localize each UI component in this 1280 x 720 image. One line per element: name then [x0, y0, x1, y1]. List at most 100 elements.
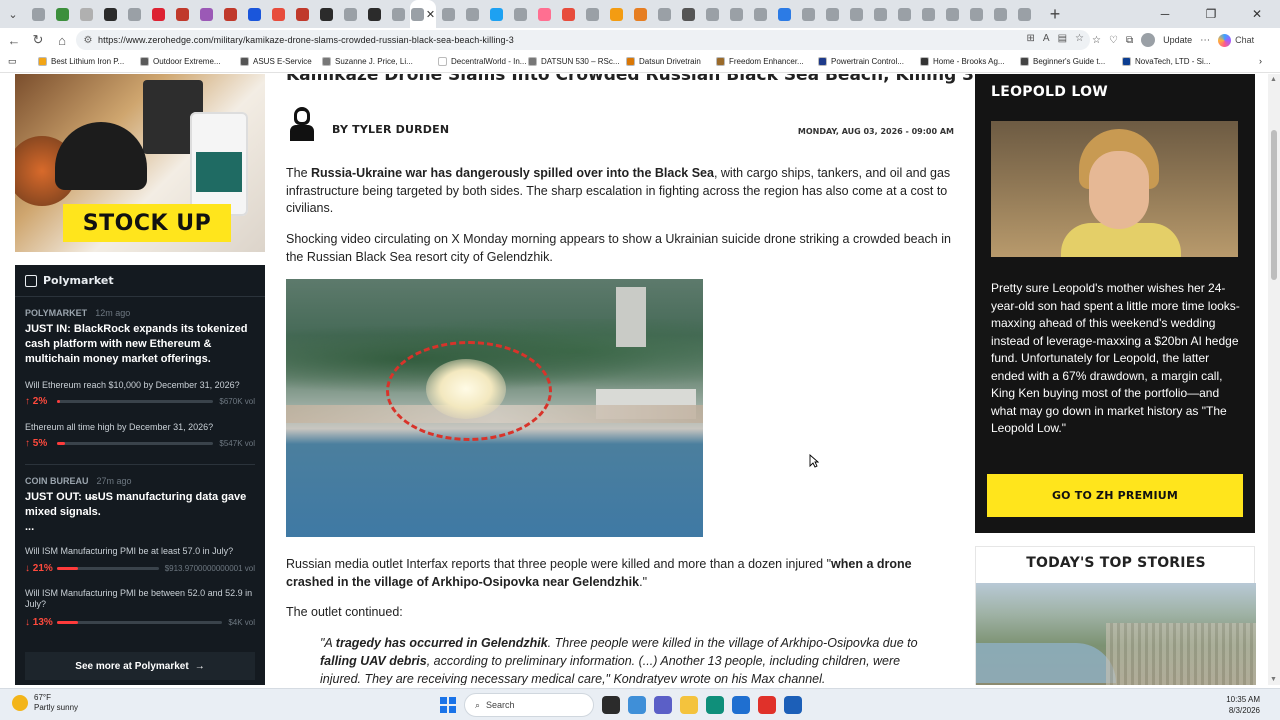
favorites-icon[interactable]: ☆: [1092, 35, 1101, 46]
bookmark-item[interactable]: Beginner's Guide t...: [1020, 57, 1105, 66]
scroll-down-icon[interactable]: ▼: [1270, 676, 1277, 683]
browser-tab[interactable]: [218, 0, 242, 28]
browser-tab[interactable]: [436, 0, 460, 28]
browser-tab-active[interactable]: ✕: [410, 0, 436, 28]
bookmark-item[interactable]: Home - Brooks Ag...: [920, 57, 1005, 66]
copilot-chat-button[interactable]: Chat: [1218, 33, 1254, 47]
poly-market-question[interactable]: Ethereum all time high by December 31, 2…: [25, 422, 255, 432]
youtube-icon[interactable]: [758, 696, 776, 714]
browser-tab[interactable]: [820, 0, 844, 28]
outlook-icon[interactable]: [784, 696, 802, 714]
browser-tab[interactable]: [964, 0, 988, 28]
url-field[interactable]: ⚙ https://www.zerohedge.com/military/kam…: [76, 30, 1090, 50]
bookmark-item[interactable]: Suzanne J. Price, Li...: [322, 57, 413, 66]
system-clock[interactable]: 10:35 AM 8/3/2026: [1226, 694, 1260, 716]
page-scrollbar[interactable]: ▲ ▼: [1268, 74, 1280, 685]
browser-tab[interactable]: [676, 0, 700, 28]
bookmarks-more-icon[interactable]: ›: [1259, 56, 1262, 66]
close-tab-icon[interactable]: ✕: [426, 8, 435, 21]
start-button[interactable]: [440, 697, 456, 713]
favorite-star-icon[interactable]: ☆: [1075, 33, 1084, 44]
more-menu-icon[interactable]: ⋯: [1200, 35, 1210, 46]
author-avatar[interactable]: [286, 105, 318, 141]
bookmark-item[interactable]: Freedom Enhancer...: [716, 57, 804, 66]
see-more-polymarket-button[interactable]: See more at Polymarket →: [25, 652, 255, 680]
back-icon[interactable]: ←: [2, 28, 26, 52]
site-info-icon[interactable]: ⚙: [78, 35, 98, 46]
browser-tab[interactable]: [532, 0, 556, 28]
bookmark-item[interactable]: DecentralWorld - In...: [438, 57, 526, 66]
task-view-icon[interactable]: [602, 696, 620, 714]
browser-tab[interactable]: [290, 0, 314, 28]
browser-tab[interactable]: [580, 0, 604, 28]
edge-icon[interactable]: [706, 696, 724, 714]
promo-photo[interactable]: [991, 121, 1238, 257]
close-window-icon[interactable]: ✕: [1234, 0, 1280, 28]
browser-tab[interactable]: [122, 0, 146, 28]
poly-market-question[interactable]: Will ISM Manufacturing PMI be at least 5…: [25, 546, 255, 556]
poly-news-item[interactable]: COIN BUREAU 27m ago JUST OUT: u̶sUS manuf…: [25, 476, 255, 535]
browser-tab[interactable]: [868, 0, 892, 28]
browser-tab[interactable]: [796, 0, 820, 28]
browser-tab[interactable]: [194, 0, 218, 28]
browser-tab[interactable]: [916, 0, 940, 28]
browser-tab[interactable]: [556, 0, 580, 28]
browser-tab[interactable]: [604, 0, 628, 28]
browser-tab[interactable]: [338, 0, 362, 28]
apps-icon[interactable]: ⊞: [1027, 33, 1035, 44]
article-video-still[interactable]: [286, 279, 703, 537]
bookmark-item[interactable]: Datsun Drivetrain: [626, 57, 701, 66]
browser-tab[interactable]: [74, 0, 98, 28]
browser-tab[interactable]: [988, 0, 1012, 28]
new-tab-button[interactable]: +: [1042, 4, 1068, 25]
browser-tab[interactable]: [700, 0, 724, 28]
bookmark-item[interactable]: ASUS E-Service: [240, 57, 312, 66]
browser-tab[interactable]: [146, 0, 170, 28]
browser-tab[interactable]: [484, 0, 508, 28]
reader-icon[interactable]: ▤: [1058, 33, 1067, 44]
browser-tab[interactable]: [724, 0, 748, 28]
browser-tab[interactable]: [892, 0, 916, 28]
read-aloud-icon[interactable]: A: [1043, 33, 1050, 44]
browser-tab[interactable]: [460, 0, 484, 28]
browser-tab[interactable]: [652, 0, 676, 28]
scroll-thumb[interactable]: [1271, 130, 1277, 280]
poly-headline[interactable]: JUST OUT: u̶sUS manufacturing data gave …: [25, 490, 255, 520]
weather-widget[interactable]: 67°F Partly sunny: [12, 693, 78, 713]
browser-tab[interactable]: [508, 0, 532, 28]
browser-tab[interactable]: [386, 0, 410, 28]
supplement-ad[interactable]: STOCK UP: [15, 74, 265, 252]
poly-news-item[interactable]: POLYMARKET 12m ago JUST IN: BlackRock exp…: [25, 308, 255, 367]
file-explorer-icon[interactable]: [680, 696, 698, 714]
update-button[interactable]: Update: [1163, 35, 1192, 45]
collections-icon[interactable]: ⧉: [1126, 35, 1133, 46]
author-name[interactable]: BY TYLER DURDEN: [332, 123, 449, 136]
bookmark-item[interactable]: Outdoor Extreme...: [140, 57, 221, 66]
browser-tab[interactable]: [170, 0, 194, 28]
browser-tab[interactable]: [628, 0, 652, 28]
browser-tab[interactable]: [1012, 0, 1036, 28]
copilot-taskbar-icon[interactable]: [628, 696, 646, 714]
scroll-up-icon[interactable]: ▲: [1270, 76, 1277, 83]
browser-tab[interactable]: [50, 0, 74, 28]
promo-title[interactable]: LEOPOLD LOW: [991, 84, 1108, 100]
bookmark-sidebar-icon[interactable]: ▭: [8, 56, 17, 67]
poly-market-question[interactable]: Will Ethereum reach $10,000 by December …: [25, 380, 255, 390]
browser-tab[interactable]: [748, 0, 772, 28]
go-to-premium-button[interactable]: GO TO ZH PREMIUM: [987, 474, 1243, 517]
minimize-icon[interactable]: ─: [1142, 0, 1188, 28]
tab-search-icon[interactable]: ⌄: [0, 0, 26, 28]
bookmark-item[interactable]: NovaTech, LTD - Si...: [1122, 57, 1210, 66]
bookmark-item[interactable]: Best Lithium Iron P...: [38, 57, 124, 66]
browser-tab[interactable]: [98, 0, 122, 28]
browser-tab[interactable]: [266, 0, 290, 28]
reload-icon[interactable]: ↻: [26, 28, 50, 52]
store-icon[interactable]: [732, 696, 750, 714]
browser-tab[interactable]: [772, 0, 796, 28]
bookmark-item[interactable]: DATSUN 530 – RSc...: [528, 57, 620, 66]
taskbar-search[interactable]: ⌕ Search: [464, 693, 594, 717]
browser-tab[interactable]: [362, 0, 386, 28]
home-icon[interactable]: ⌂: [50, 28, 74, 52]
browser-tab[interactable]: [844, 0, 868, 28]
poly-market-question[interactable]: Will ISM Manufacturing PMI be between 52…: [25, 588, 255, 610]
